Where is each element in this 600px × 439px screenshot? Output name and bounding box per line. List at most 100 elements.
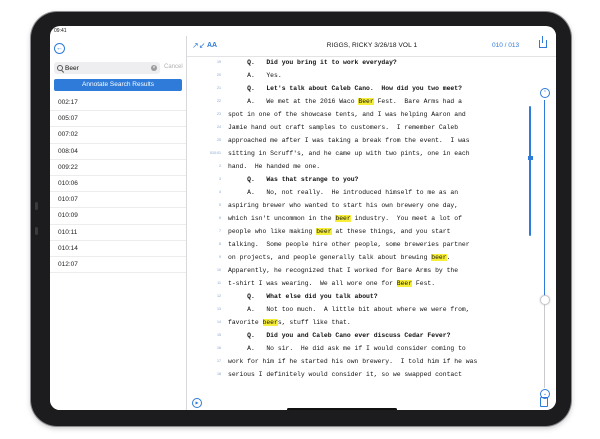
cancel-button[interactable]: Cancel (164, 64, 183, 70)
search-result-item[interactable]: 010:11 (50, 225, 186, 241)
line-text: A. No sir. He did ask me if I would cons… (228, 345, 466, 352)
current-position-marker (528, 156, 533, 160)
line-number: 13 (217, 307, 221, 311)
clear-icon[interactable]: × (151, 65, 157, 71)
search-result-item[interactable]: 009:22 (50, 160, 186, 176)
search-result-item[interactable]: 012:07 (50, 257, 186, 274)
transcript-line[interactable]: 10 Apparently, he recognized that I worke… (187, 265, 527, 278)
line-text: sitting in Scruff's, and he came up with… (228, 150, 470, 157)
page-scrubber-thumb[interactable] (540, 294, 550, 305)
home-indicator (287, 408, 397, 410)
search-result-item[interactable]: 008:04 (50, 144, 186, 160)
transcript-line[interactable]: 8 talking. Some people hire other people,… (187, 239, 527, 252)
search-result-item[interactable]: 007:02 (50, 127, 186, 144)
search-result-item[interactable]: 010:06 (50, 176, 186, 193)
transcript-line[interactable]: 14 favorite beers, stuff like that. (187, 317, 527, 330)
line-number: 17 (217, 359, 221, 363)
line-number: 8 (219, 242, 221, 246)
play-icon[interactable]: ▶ (192, 398, 202, 408)
transcript-line[interactable]: 19 Q. Did you bring it to work everyday? (187, 57, 527, 70)
line-text: A. No, not really. He introduced himself… (228, 189, 459, 196)
transcript-line[interactable]: 11 t-shirt I was wearing. We all wore one… (187, 278, 527, 291)
transcript-line[interactable]: 20 A. Yes. (187, 70, 527, 83)
line-number: 15 (217, 333, 221, 337)
transcript-line[interactable]: 23 spot in one of the showcase tents, and… (187, 109, 527, 122)
line-number: 14 (217, 320, 221, 324)
search-highlight: Beer (396, 280, 413, 287)
transcript-line[interactable]: 21 Q. Let's talk about Caleb Cano. How d… (187, 83, 527, 96)
transcript-line[interactable]: 12 Q. What else did you talk about? (187, 291, 527, 304)
transcript-line[interactable]: 010:01 sitting in Scruff's, and he came u… (187, 148, 527, 161)
line-text: t-shirt I was wearing. We all wore one f… (228, 280, 436, 287)
transcript-line[interactable]: 5 aspiring brewer who wanted to start his… (187, 200, 527, 213)
transcript-line[interactable]: 2 hand. He handed me one. (187, 161, 527, 174)
line-text: Apparently, he recognized that I worked … (228, 267, 459, 274)
line-text: people who like making beer at these thi… (228, 228, 451, 235)
page-scrubber-fill (544, 100, 545, 299)
search-result-item[interactable]: 010:07 (50, 192, 186, 209)
line-text: Q. What else did you talk about? (228, 293, 378, 300)
transcript-header: ↗↙ AA RIGGS, RICKY 3/26/18 VOL 1 010 / 0… (187, 36, 556, 57)
search-highlight: beer (431, 254, 447, 261)
search-highlight: beer (316, 228, 332, 235)
line-text: on projects, and people generally talk a… (228, 254, 451, 261)
side-sensor (35, 227, 38, 235)
document-title: RIGGS, RICKY 3/26/18 VOL 1 (326, 42, 418, 49)
annotate-search-results-button[interactable]: Annotate Search Results (54, 79, 182, 91)
search-result-item[interactable]: 005:07 (50, 111, 186, 128)
search-highlight: beer (262, 319, 278, 326)
back-arrow-icon[interactable]: ← (54, 43, 65, 54)
transcript-line[interactable]: 3 Q. Was that strange to you? (187, 174, 527, 187)
status-bar: 09:41 (50, 26, 556, 401)
transcript-line[interactable]: 18 serious I definitely would consider it… (187, 369, 527, 382)
ipad-screen: 09:41 ← × Cancel Annotate Search Results… (50, 26, 556, 410)
line-number: 9 (219, 255, 221, 259)
page-indicator[interactable]: 010 / 013 (492, 42, 519, 49)
transcript-line[interactable]: 25 approached me after I was taking a bre… (187, 135, 527, 148)
line-text: A. We met at the 2016 Waco Beer Fest. Ba… (228, 98, 462, 105)
expand-arrows-icon[interactable]: ↗↙ (192, 41, 205, 50)
line-text: A. Yes. (228, 72, 282, 79)
line-text: approached me after I was taking a break… (228, 137, 470, 144)
transcript-line[interactable]: 4 A. No, not really. He introduced himse… (187, 187, 527, 200)
line-number: 4 (219, 190, 221, 194)
search-input[interactable] (65, 63, 147, 73)
line-number: 2 (219, 164, 221, 168)
line-number: 12 (217, 294, 221, 298)
line-text: Q. Did you bring it to work everyday? (228, 59, 397, 66)
line-number: 7 (219, 229, 221, 233)
search-result-item[interactable]: 010:14 (50, 241, 186, 257)
search-row: × Cancel (54, 62, 183, 74)
line-number: 10 (217, 268, 221, 272)
line-text: Q. Did you and Caleb Cano ever discuss C… (228, 332, 451, 339)
search-result-item[interactable]: 010:09 (50, 208, 186, 225)
transcript-line[interactable]: 22 A. We met at the 2016 Waco Beer Fest.… (187, 96, 527, 109)
line-number: 21 (217, 86, 221, 90)
line-number: 19 (217, 60, 221, 64)
search-icon (57, 65, 63, 71)
chevron-up-icon[interactable]: ⌃ (540, 88, 550, 98)
transcript-pane: ↗↙ AA RIGGS, RICKY 3/26/18 VOL 1 010 / 0… (187, 36, 556, 410)
line-text: Jamie hand out craft samples to customer… (228, 124, 459, 131)
transcript-line[interactable]: 13 A. Not too much. A little bit about w… (187, 304, 527, 317)
line-number: 3 (219, 177, 221, 181)
transcript-line[interactable]: 7 people who like making beer at these th… (187, 226, 527, 239)
line-number: 18 (217, 372, 221, 376)
transcript-line[interactable]: 17 work for him if he started his own bre… (187, 356, 527, 369)
search-field[interactable]: × (54, 62, 160, 74)
line-number: 23 (217, 112, 221, 116)
font-size-button[interactable]: AA (207, 42, 217, 49)
transcript-line[interactable]: 24 Jamie hand out craft samples to custom… (187, 122, 527, 135)
line-text: serious I definitely would consider it, … (228, 371, 462, 378)
line-number: 25 (217, 138, 221, 142)
share-icon[interactable] (539, 36, 547, 48)
line-text: A. Not too much. A little bit about wher… (228, 306, 470, 313)
line-text: work for him if he started his own brewe… (228, 358, 478, 365)
search-result-item[interactable]: 002:17 (50, 95, 186, 112)
transcript-line[interactable]: 9 on projects, and people generally talk … (187, 252, 527, 265)
document-icon[interactable] (540, 397, 548, 407)
transcript-line[interactable]: 6 which isn't uncommon in the beer indust… (187, 213, 527, 226)
line-text: hand. He handed me one. (228, 163, 321, 170)
transcript-line[interactable]: 16 A. No sir. He did ask me if I would c… (187, 343, 527, 356)
transcript-line[interactable]: 15 Q. Did you and Caleb Cano ever discus… (187, 330, 527, 343)
